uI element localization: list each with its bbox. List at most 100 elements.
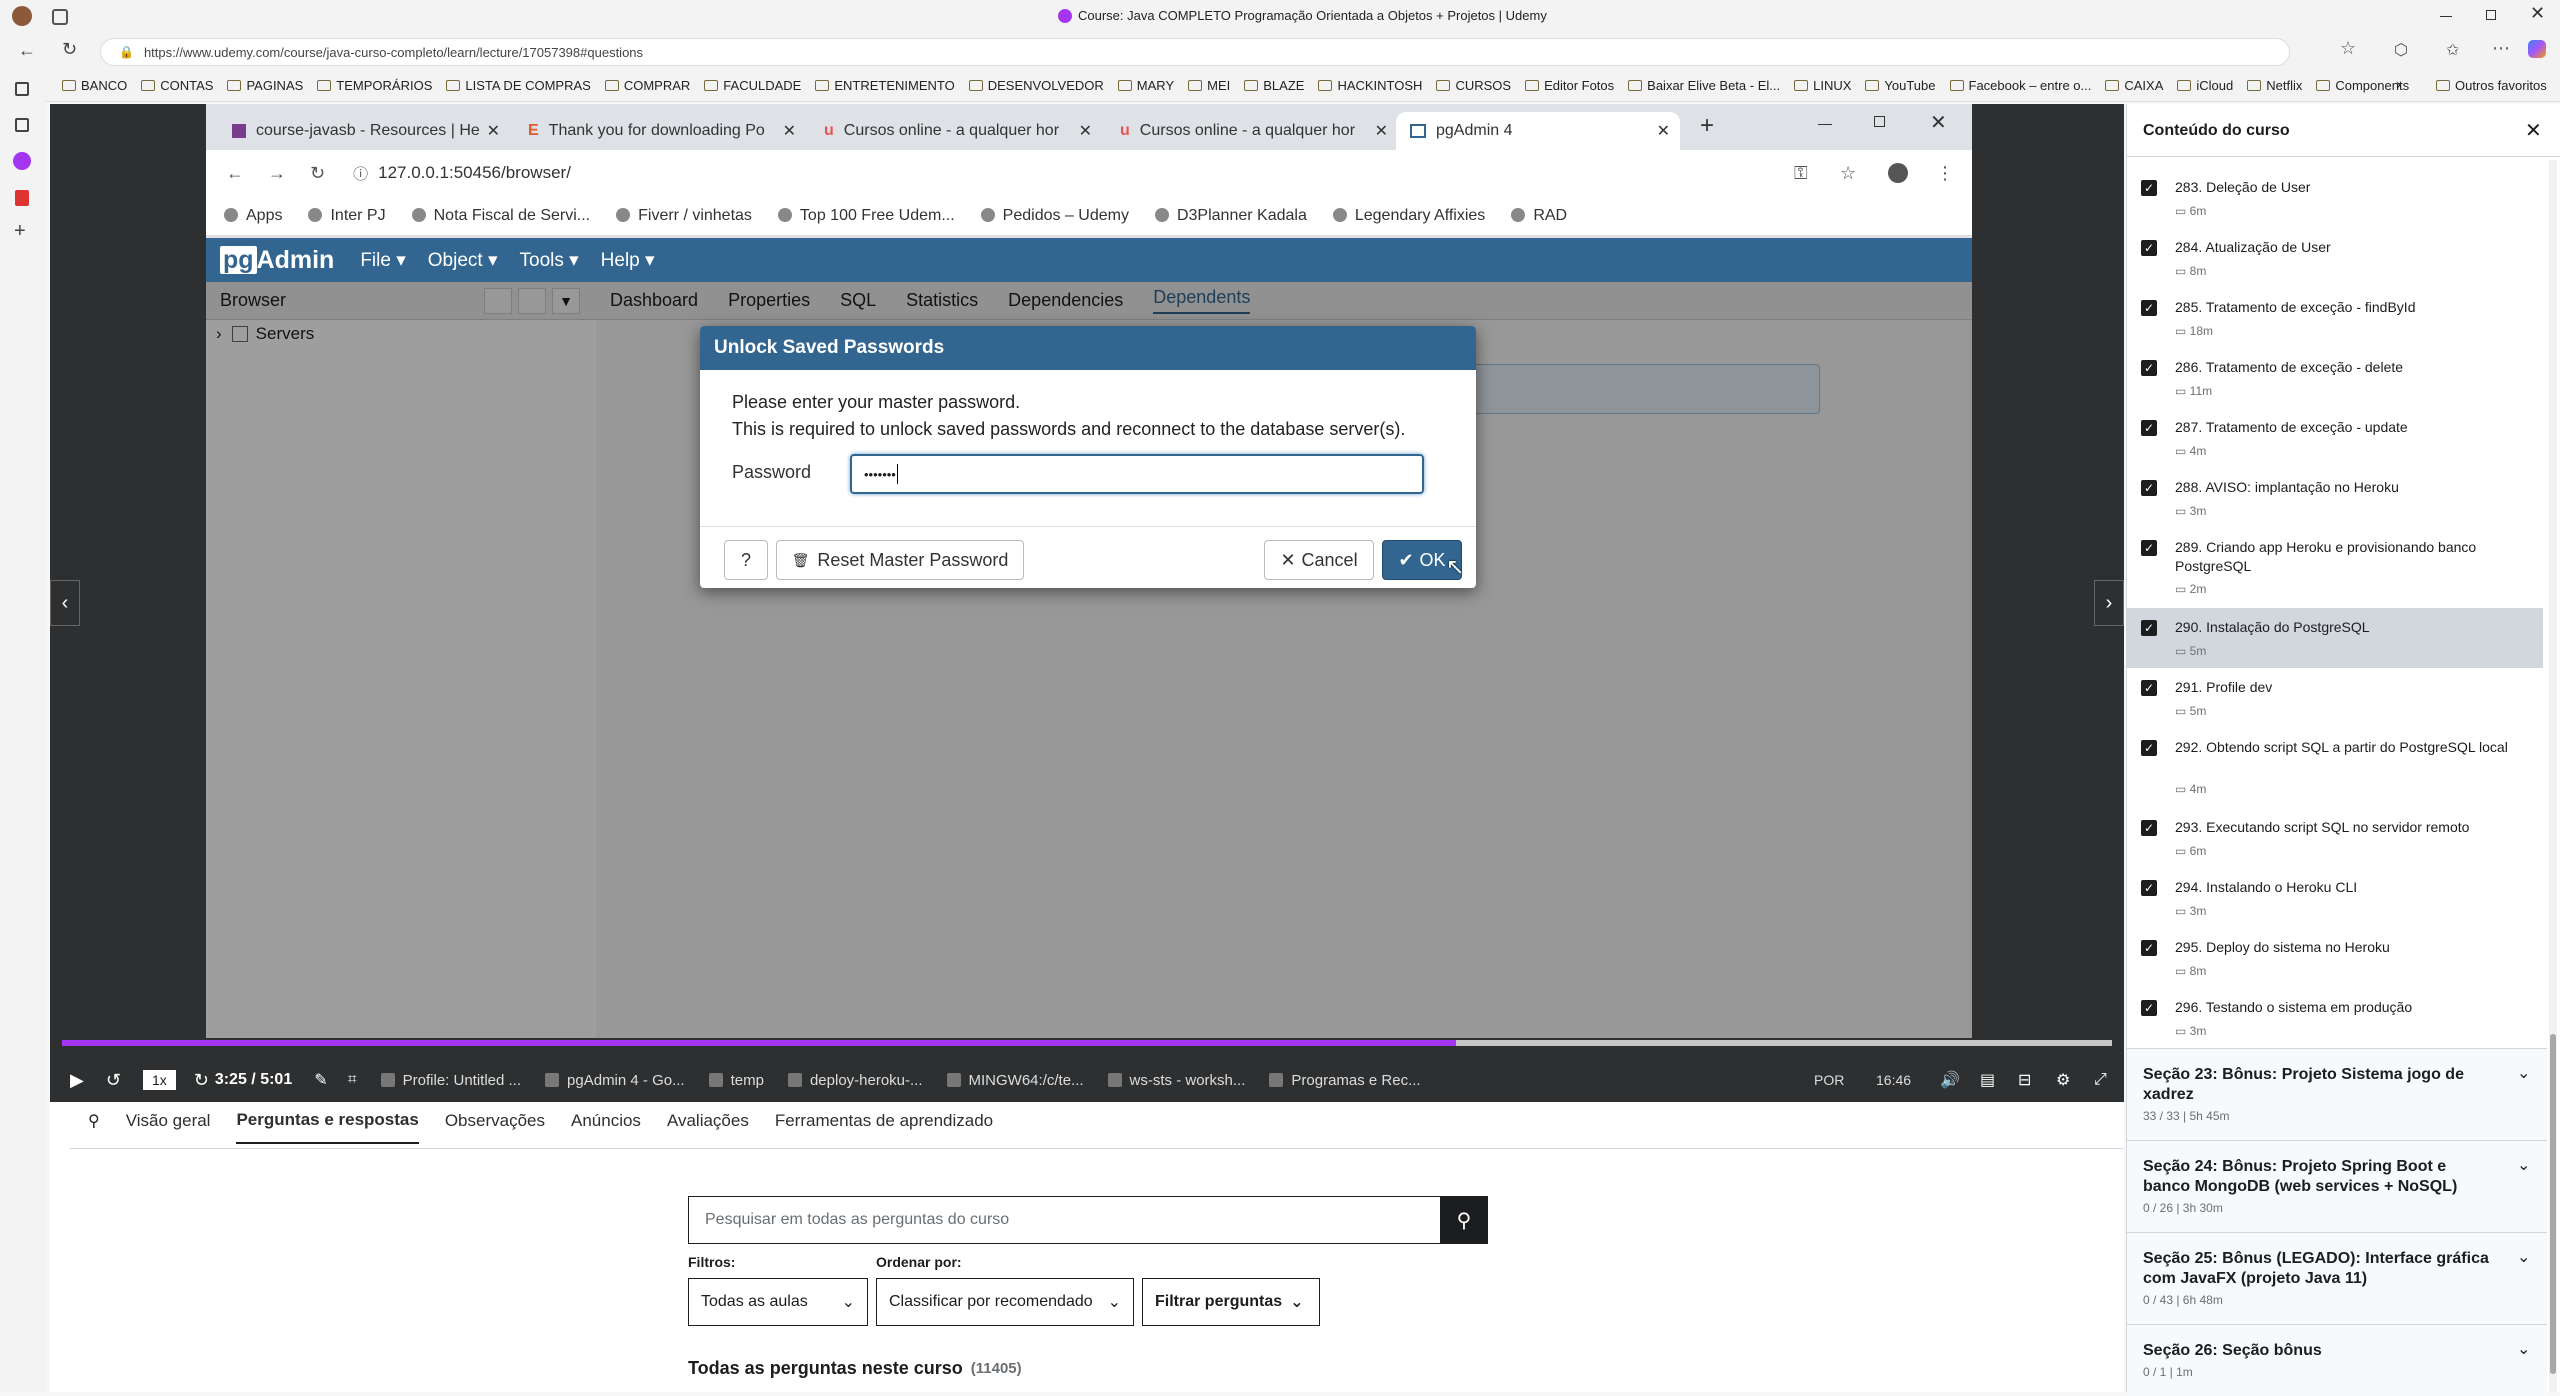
url-field[interactable]: 🔒 https://www.udemy.com/course/java-curs… [100, 38, 2290, 66]
pgadmin-menu-item[interactable]: Tools ▾ [520, 249, 579, 272]
lecture-checkbox[interactable]: ✓ [2141, 420, 2157, 436]
bookmark-item[interactable]: iCloud [2177, 78, 2233, 93]
lecture-item[interactable]: ✓ 288. AVISO: implantação no Heroku ▭ 3m [2127, 468, 2527, 528]
course-nav-tab[interactable]: Visão geral [126, 1111, 211, 1143]
close-window-icon[interactable]: ✕ [2530, 3, 2545, 24]
taskbar-item[interactable]: pgAdmin 4 - Go... [545, 1072, 685, 1089]
bookmark-item[interactable]: COMPRAR [604, 78, 690, 93]
lecture-item[interactable]: ✓ 289. Criando app Heroku e provisionando… [2127, 528, 2527, 608]
bookmark-item[interactable]: LISTA DE COMPRAS [446, 78, 591, 93]
lecture-checkbox[interactable]: ✓ [2141, 880, 2157, 896]
bookmark-item[interactable]: CURSOS [1436, 78, 1511, 93]
lecture-checkbox[interactable]: ✓ [2141, 180, 2157, 196]
bookmark-item[interactable]: PAGINAS [227, 78, 303, 93]
bookmark-item[interactable]: DESENVOLVEDOR [968, 78, 1104, 93]
lecture-checkbox[interactable]: ✓ [2141, 300, 2157, 316]
close-panel-icon[interactable]: ✕ [2525, 118, 2542, 143]
bookmarks-overflow-icon[interactable]: › [2396, 76, 2401, 93]
lecture-checkbox[interactable]: ✓ [2141, 240, 2157, 256]
bookmark-item[interactable]: Baixar Elive Beta - El... [1628, 78, 1780, 93]
lecture-item[interactable]: ✓ 285. Tratamento de exceção - findById ▭ … [2127, 288, 2527, 348]
bookmark-item[interactable]: CONTAS [141, 78, 213, 93]
lecture-checkbox[interactable]: ✓ [2141, 740, 2157, 756]
inner-bookmark-item[interactable]: Inter PJ [308, 207, 386, 225]
cancel-button[interactable]: ✕ Cancel [1264, 540, 1374, 580]
order-select[interactable]: Classificar por recomendado ⌄ [876, 1278, 1134, 1326]
tab-icon[interactable] [15, 118, 29, 132]
inner-tab[interactable]: course-javasb - Resources | He ✕ [218, 112, 508, 150]
taskbar-item[interactable]: deploy-heroku-... [787, 1072, 923, 1089]
copilot-icon[interactable] [2528, 40, 2546, 58]
section-header[interactable]: Seção 25: Bônus (LEGADO): Interface gráf… [2127, 1232, 2547, 1324]
menu-dots-icon[interactable]: ⋮ [1936, 163, 1954, 184]
bookmark-item[interactable]: BLAZE [1244, 78, 1304, 93]
transcript-icon[interactable]: ▤ [1980, 1070, 1995, 1090]
lecture-checkbox[interactable]: ✓ [2141, 480, 2157, 496]
play-icon[interactable]: ▶ [70, 1070, 84, 1091]
taskbar-item[interactable]: MINGW64:/c/te... [946, 1072, 1084, 1089]
account-icon[interactable] [1888, 163, 1908, 183]
lecture-item[interactable]: ✓ 292. Obtendo script SQL a partir do Pos… [2127, 728, 2527, 808]
pgadmin-menu-item[interactable]: Help ▾ [601, 249, 655, 272]
bookmark-item[interactable]: YouTube [1865, 78, 1936, 93]
bookmark-item[interactable]: CAIXA [2105, 78, 2163, 93]
udemy-tab-icon[interactable] [13, 152, 31, 170]
search-button[interactable]: ⚲ [1440, 1196, 1488, 1244]
lecture-checkbox[interactable]: ✓ [2141, 940, 2157, 956]
section-header[interactable]: Seção 23: Bônus: Projeto Sistema jogo de… [2127, 1048, 2547, 1140]
add-tab-icon[interactable]: + [14, 220, 26, 243]
more-icon[interactable]: ⋯ [2492, 38, 2510, 59]
bookmark-item[interactable]: Netflix [2247, 78, 2302, 93]
inner-url[interactable]: 127.0.0.1:50456/browser/ [378, 163, 571, 183]
tab-icon[interactable] [15, 82, 29, 96]
inner-bookmark-item[interactable]: D3Planner Kadala [1154, 207, 1307, 225]
password-input[interactable]: ••••••• [850, 454, 1424, 494]
inner-close-icon[interactable]: ✕ [1930, 110, 1947, 135]
pdf-tab-icon[interactable] [15, 190, 29, 206]
inner-bookmark-item[interactable]: Fiverr / vinhetas [616, 207, 752, 225]
lecture-item[interactable]: ✓ 293. Executando script SQL no servidor … [2127, 808, 2527, 868]
inner-bookmark-item[interactable]: Legendary Affixies [1332, 207, 1485, 225]
section-header[interactable]: Seção 26: Seção bônus ⌄ 0 / 1 | 1m [2127, 1324, 2547, 1396]
notes-icon[interactable]: ✎ [314, 1070, 327, 1090]
taskbar-item[interactable]: temp [708, 1072, 764, 1089]
lecture-item[interactable]: ✓ 295. Deploy do sistema no Heroku ▭ 8m [2127, 928, 2527, 988]
search-tab-icon[interactable]: ⚲ [88, 1111, 100, 1143]
course-nav-tab[interactable]: Ferramentas de aprendizado [775, 1111, 993, 1143]
prev-lecture-button[interactable]: ‹ [50, 580, 80, 626]
pgadmin-menu-item[interactable]: File ▾ [360, 249, 405, 272]
pgadmin-menu-item[interactable]: Object ▾ [428, 249, 498, 272]
back-icon[interactable]: ← [18, 40, 36, 61]
restore-icon[interactable] [2486, 10, 2496, 20]
lecture-checkbox[interactable]: ✓ [2141, 680, 2157, 696]
taskbar-item[interactable]: Profile: Untitled ... [380, 1072, 521, 1089]
bookmark-item[interactable]: HACKINTOSH [1318, 78, 1422, 93]
captions-icon[interactable]: ⊟ [2018, 1070, 2031, 1090]
lecture-item[interactable]: ✓ 291. Profile dev ▭ 5m [2127, 668, 2527, 728]
chevron-down-icon[interactable]: ⌄ [2517, 1063, 2530, 1083]
close-tab-icon[interactable]: ✕ [1079, 121, 1092, 141]
taskbar-item[interactable]: ws-sts - worksh... [1107, 1072, 1245, 1089]
close-tab-icon[interactable]: ✕ [783, 121, 796, 141]
rewind-icon[interactable]: ↺ [106, 1070, 121, 1091]
section-header[interactable]: Seção 24: Bônus: Projeto Spring Boot e b… [2127, 1140, 2547, 1232]
workspaces-icon[interactable] [52, 9, 68, 25]
fullscreen-icon[interactable]: ⤢ [2094, 1071, 2107, 1089]
inner-bookmark-item[interactable]: Apps [224, 207, 282, 225]
bookmark-star-icon[interactable]: ☆ [1840, 163, 1856, 184]
reset-master-password-button[interactable]: 🗑 Reset Master Password [776, 540, 1024, 580]
inner-reload-icon[interactable]: ↻ [310, 163, 325, 184]
inner-tab[interactable]: u Cursos online - a qualquer hor ✕ [1106, 112, 1396, 150]
lecture-item[interactable]: ✓ 296. Testando o sistema em produção ▭ 3m [2127, 988, 2527, 1048]
chevron-down-icon[interactable]: ⌄ [2517, 1247, 2530, 1267]
inner-tab[interactable]: u Cursos online - a qualquer hor ✕ [810, 112, 1100, 150]
bookmark-item[interactable]: MARY [1117, 78, 1174, 93]
bookmark-item[interactable]: Facebook – entre o... [1949, 78, 2091, 93]
close-tab-icon[interactable]: ✕ [1375, 121, 1388, 141]
new-tab-icon[interactable]: + [1700, 112, 1714, 140]
course-nav-tab[interactable]: Anúncios [571, 1111, 641, 1143]
reload-icon[interactable]: ↻ [62, 39, 77, 60]
star-icon[interactable]: ☆ [2340, 38, 2356, 59]
next-lecture-button[interactable]: › [2094, 580, 2124, 626]
favorites-icon[interactable]: ✩ [2446, 40, 2459, 60]
